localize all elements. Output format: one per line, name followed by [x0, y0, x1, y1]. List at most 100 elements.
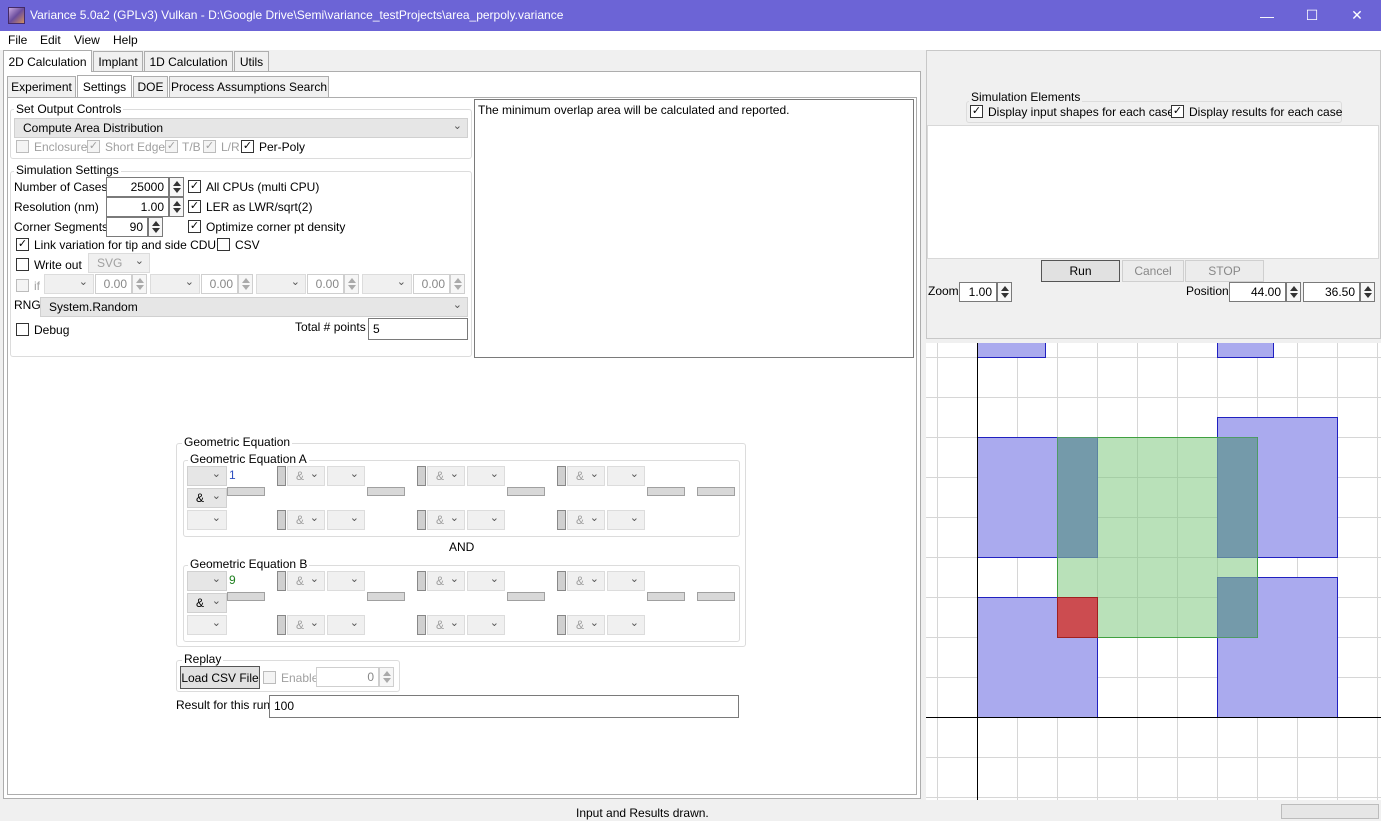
run-button[interactable]: Run	[1041, 260, 1120, 282]
equation-combo[interactable]	[187, 466, 227, 486]
equation-combo[interactable]	[607, 510, 645, 530]
equation-combo[interactable]	[327, 510, 365, 530]
tab-doe[interactable]: DOE	[133, 76, 168, 97]
output-mode-select[interactable]: Compute Area Distribution	[14, 118, 468, 138]
cases-input[interactable]: 25000	[106, 177, 169, 197]
equation-combo[interactable]	[467, 510, 505, 530]
cancel-button[interactable]: Cancel	[1122, 260, 1184, 282]
equation-operator-select[interactable]: &	[287, 615, 325, 635]
corner-segments-spinner[interactable]	[148, 217, 163, 237]
equation-toggle[interactable]	[277, 615, 286, 635]
optimize-checkbox[interactable]: ✓	[188, 220, 201, 233]
equation-operator-select[interactable]: &	[427, 615, 465, 635]
equation-slot[interactable]	[367, 487, 405, 496]
if-spinner-3[interactable]	[344, 274, 359, 294]
equation-toggle[interactable]	[557, 571, 566, 591]
tab-1d-calculation[interactable]: 1D Calculation	[144, 51, 233, 72]
link-variation-checkbox[interactable]: ✓	[16, 238, 29, 251]
equation-combo[interactable]	[467, 466, 505, 486]
tab-utils[interactable]: Utils	[234, 51, 269, 72]
load-csv-button[interactable]: Load CSV File	[180, 666, 260, 689]
equation-slot[interactable]	[227, 487, 265, 496]
rng-select[interactable]: System.Random	[40, 297, 468, 317]
equation-toggle[interactable]	[277, 510, 286, 530]
display-input-checkbox[interactable]: ✓	[970, 105, 983, 118]
total-points-input[interactable]: 5	[368, 318, 468, 340]
equation-slot[interactable]	[227, 592, 265, 601]
tb-checkbox[interactable]: ✓	[165, 140, 178, 153]
if-value-4[interactable]: 0.00	[413, 274, 450, 294]
equation-operator-select[interactable]: &	[567, 510, 605, 530]
position-x-spinner[interactable]	[1286, 282, 1301, 302]
if-select-3[interactable]	[256, 274, 306, 294]
equation-toggle[interactable]	[277, 466, 286, 486]
equation-toggle[interactable]	[557, 615, 566, 635]
equation-slot[interactable]	[367, 592, 405, 601]
equation-toggle[interactable]	[557, 466, 566, 486]
enclosure-checkbox[interactable]	[16, 140, 29, 153]
tab-settings[interactable]: Settings	[77, 75, 132, 97]
equation-slot[interactable]	[647, 487, 685, 496]
equation-combo[interactable]	[607, 615, 645, 635]
equation-toggle[interactable]	[417, 466, 426, 486]
cases-spinner[interactable]	[169, 177, 184, 197]
equation-combo[interactable]	[187, 571, 227, 591]
if-value-2[interactable]: 0.00	[201, 274, 238, 294]
menu-help[interactable]: Help	[113, 33, 138, 47]
equation-operator-select[interactable]: &	[567, 615, 605, 635]
if-spinner-1[interactable]	[132, 274, 147, 294]
equation-combo[interactable]	[607, 571, 645, 591]
equation-operator-select[interactable]: &	[567, 466, 605, 486]
debug-checkbox[interactable]	[16, 323, 29, 336]
resolution-input[interactable]: 1.00	[106, 197, 169, 217]
replay-value-spinner[interactable]	[379, 667, 394, 687]
equation-toggle[interactable]	[417, 510, 426, 530]
equation-operator-select[interactable]: &	[187, 488, 227, 508]
tab-implant[interactable]: Implant	[93, 51, 143, 72]
equation-combo[interactable]	[327, 615, 365, 635]
corner-segments-input[interactable]: 90	[106, 217, 148, 237]
result-input[interactable]: 100	[269, 695, 739, 718]
equation-operator-select[interactable]: &	[287, 466, 325, 486]
equation-operator-select[interactable]: &	[567, 571, 605, 591]
equation-slot[interactable]	[647, 592, 685, 601]
if-checkbox[interactable]	[16, 279, 29, 292]
equation-operator-select[interactable]: &	[427, 466, 465, 486]
description-textarea[interactable]: The minimum overlap area will be calcula…	[474, 99, 914, 358]
equation-slot[interactable]	[507, 487, 545, 496]
if-spinner-4[interactable]	[450, 274, 465, 294]
maximize-button[interactable]: ☐	[1289, 0, 1335, 31]
if-select-1[interactable]	[44, 274, 94, 294]
equation-slot[interactable]	[697, 592, 735, 601]
write-out-checkbox[interactable]	[16, 258, 29, 271]
replay-value-input[interactable]: 0	[316, 667, 379, 687]
equation-combo[interactable]	[327, 571, 365, 591]
equation-operator-select[interactable]: &	[427, 510, 465, 530]
menu-view[interactable]: View	[74, 33, 100, 47]
if-spinner-2[interactable]	[238, 274, 253, 294]
tab-2d-calculation[interactable]: 2D Calculation	[3, 50, 92, 72]
position-y-input[interactable]: 36.50	[1303, 282, 1360, 302]
viewport[interactable]	[926, 343, 1381, 800]
if-select-2[interactable]	[150, 274, 200, 294]
equation-operator-select[interactable]: &	[287, 510, 325, 530]
equation-toggle[interactable]	[417, 571, 426, 591]
equation-operator-select[interactable]: &	[427, 571, 465, 591]
equation-combo[interactable]	[607, 466, 645, 486]
short-edge-checkbox[interactable]: ✓	[87, 140, 100, 153]
write-out-format-select[interactable]: SVG	[88, 253, 150, 273]
position-x-input[interactable]: 44.00	[1229, 282, 1286, 302]
if-select-4[interactable]	[362, 274, 412, 294]
lr-checkbox[interactable]: ✓	[203, 140, 216, 153]
all-cpus-checkbox[interactable]: ✓	[188, 180, 201, 193]
if-value-1[interactable]: 0.00	[95, 274, 132, 294]
ler-checkbox[interactable]: ✓	[188, 200, 201, 213]
tab-experiment[interactable]: Experiment	[7, 76, 76, 97]
equation-slot[interactable]	[697, 487, 735, 496]
csv-checkbox[interactable]	[217, 238, 230, 251]
equation-operator-select[interactable]: &	[187, 593, 227, 613]
if-value-3[interactable]: 0.00	[307, 274, 344, 294]
minimize-button[interactable]: —	[1244, 0, 1290, 31]
tab-process-assumptions-search[interactable]: Process Assumptions Search	[169, 76, 329, 97]
equation-toggle[interactable]	[277, 571, 286, 591]
